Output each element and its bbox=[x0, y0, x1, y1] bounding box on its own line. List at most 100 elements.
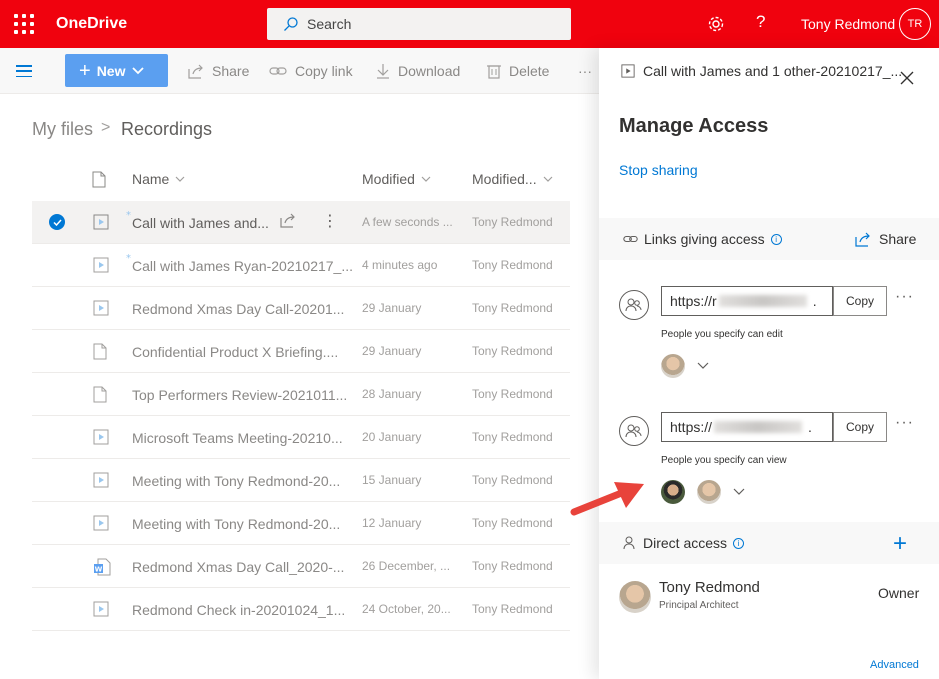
file-modified: 15 January bbox=[362, 473, 422, 487]
file-row[interactable]: Meeting with Tony Redmond-20... 12 Janua… bbox=[32, 502, 570, 545]
link-url-field[interactable]: https://r. bbox=[661, 286, 833, 316]
close-icon[interactable] bbox=[899, 70, 915, 86]
annotation-arrow-icon bbox=[570, 482, 644, 516]
document-file-icon bbox=[93, 386, 107, 403]
file-modified: A few seconds ... bbox=[362, 215, 453, 229]
copy-link-command[interactable]: Copy link bbox=[269, 63, 353, 79]
file-name[interactable]: Meeting with Tony Redmond-20... bbox=[132, 516, 340, 532]
file-row[interactable]: ⁎ Call with James and... ⋮ A few seconds… bbox=[32, 201, 570, 244]
info-icon[interactable]: i bbox=[733, 537, 745, 549]
link-more-actions-icon[interactable]: ··· bbox=[895, 288, 914, 306]
file-name[interactable]: Confidential Product X Briefing.... bbox=[132, 344, 338, 360]
new-item-icon: ⁎ bbox=[126, 250, 131, 261]
user-avatar[interactable]: TR bbox=[899, 8, 931, 40]
file-modified: 20 January bbox=[362, 430, 422, 444]
file-name[interactable]: Microsoft Teams Meeting-20210... bbox=[132, 430, 343, 446]
panel-file-name: Call with James and 1 other-20210217_... bbox=[621, 63, 902, 79]
sharing-link-view: https://. Copy ··· People you specify ca… bbox=[619, 412, 929, 532]
stop-sharing-link[interactable]: Stop sharing bbox=[619, 162, 698, 178]
file-row[interactable]: W Redmond Xmas Day Call_2020-... 26 Dece… bbox=[32, 545, 570, 588]
file-row[interactable]: Redmond Check in-20201024_1... 24 Octobe… bbox=[32, 588, 570, 631]
file-name[interactable]: Top Performers Review-2021011... bbox=[132, 387, 347, 403]
search-icon bbox=[284, 17, 298, 31]
download-command[interactable]: Download bbox=[376, 63, 460, 79]
file-type-header-icon[interactable] bbox=[92, 171, 106, 188]
video-file-icon bbox=[93, 472, 109, 488]
file-modified: 26 December, ... bbox=[362, 559, 451, 573]
file-modified: 12 January bbox=[362, 516, 422, 530]
file-modified-by: Tony Redmond bbox=[472, 387, 553, 401]
file-modified-by: Tony Redmond bbox=[472, 602, 553, 616]
file-modified-by: Tony Redmond bbox=[472, 559, 553, 573]
help-icon[interactable]: ? bbox=[756, 12, 765, 32]
panel-title: Manage Access bbox=[619, 115, 769, 137]
file-modified-by: Tony Redmond bbox=[472, 258, 553, 272]
copy-button[interactable]: Copy bbox=[833, 412, 887, 442]
file-name[interactable]: Meeting with Tony Redmond-20... bbox=[132, 473, 340, 489]
links-section-label: Links giving access bbox=[644, 231, 765, 247]
avatar[interactable] bbox=[661, 480, 685, 504]
file-name[interactable]: Redmond Check in-20201024_1... bbox=[132, 602, 345, 618]
owner-name: Tony Redmond bbox=[659, 579, 760, 596]
file-modified: 24 October, 20... bbox=[362, 602, 451, 616]
more-commands-button[interactable]: ··· bbox=[578, 63, 592, 79]
file-modified-by: Tony Redmond bbox=[472, 430, 553, 444]
file-row[interactable]: Confidential Product X Briefing.... 29 J… bbox=[32, 330, 570, 373]
file-name[interactable]: Call with James Ryan-20210217_... bbox=[132, 258, 353, 274]
advanced-link[interactable]: Advanced bbox=[870, 659, 919, 671]
settings-gear-icon[interactable] bbox=[706, 14, 726, 34]
video-file-icon bbox=[621, 64, 635, 78]
file-modified-by: Tony Redmond bbox=[472, 215, 553, 229]
direct-access-entry[interactable]: Tony Redmond Principal Architect Owner bbox=[619, 579, 929, 621]
breadcrumb-root[interactable]: My files bbox=[32, 119, 93, 140]
file-name[interactable]: Redmond Xmas Day Call-20201... bbox=[132, 301, 344, 317]
avatar[interactable] bbox=[697, 480, 721, 504]
column-header-name[interactable]: Name bbox=[132, 171, 185, 187]
nav-menu-icon[interactable] bbox=[16, 65, 32, 77]
selected-check-icon[interactable] bbox=[49, 214, 65, 230]
file-row[interactable]: Meeting with Tony Redmond-20... 15 Janua… bbox=[32, 459, 570, 502]
info-icon[interactable]: i bbox=[770, 233, 782, 245]
breadcrumb-current: Recordings bbox=[121, 119, 213, 139]
chevron-down-icon bbox=[132, 66, 145, 74]
chevron-down-icon[interactable] bbox=[733, 488, 745, 496]
word-file-icon: W bbox=[94, 558, 111, 576]
new-item-icon: ⁎ bbox=[126, 207, 131, 218]
link-more-actions-icon[interactable]: ··· bbox=[895, 414, 914, 432]
add-people-icon[interactable]: + bbox=[893, 530, 907, 558]
file-modified: 4 minutes ago bbox=[362, 258, 438, 272]
panel-share-button[interactable]: Share bbox=[855, 231, 916, 247]
link-url-field[interactable]: https://. bbox=[661, 412, 833, 442]
share-command[interactable]: Share bbox=[188, 63, 249, 79]
video-file-icon bbox=[93, 515, 109, 531]
file-row[interactable]: ⁎ Call with James Ryan-20210217_... 4 mi… bbox=[32, 244, 570, 287]
chevron-down-icon[interactable] bbox=[697, 362, 709, 370]
file-row[interactable]: Microsoft Teams Meeting-20210... 20 Janu… bbox=[32, 416, 570, 459]
file-name[interactable]: Call with James and... bbox=[132, 215, 272, 231]
file-row[interactable]: Redmond Xmas Day Call-20201... 29 Januar… bbox=[32, 287, 570, 330]
delete-command[interactable]: Delete bbox=[487, 63, 549, 79]
link-permission-text: People you specify can edit bbox=[661, 329, 783, 340]
column-header-modified[interactable]: Modified bbox=[362, 171, 431, 187]
app-launcher-icon[interactable] bbox=[14, 14, 34, 34]
top-bar: OneDrive Search ? Tony Redmond TR bbox=[0, 0, 939, 48]
share-icon[interactable] bbox=[280, 213, 296, 228]
avatar[interactable] bbox=[661, 354, 685, 378]
search-box[interactable]: Search bbox=[267, 8, 571, 40]
new-button[interactable]: + New bbox=[65, 54, 168, 87]
app-name[interactable]: OneDrive bbox=[56, 15, 127, 33]
column-header-modified-by[interactable]: Modified... bbox=[472, 171, 553, 187]
file-modified: 28 January bbox=[362, 387, 422, 401]
user-name[interactable]: Tony Redmond bbox=[801, 16, 895, 32]
manage-access-panel: Call with James and 1 other-20210217_...… bbox=[599, 48, 939, 679]
file-row[interactable]: Top Performers Review-2021011... 28 Janu… bbox=[32, 373, 570, 416]
file-modified-by: Tony Redmond bbox=[472, 301, 553, 315]
copy-button[interactable]: Copy bbox=[833, 286, 887, 316]
file-name[interactable]: Redmond Xmas Day Call_2020-... bbox=[132, 559, 344, 575]
links-section-header: Links giving access i Share bbox=[599, 218, 939, 260]
video-file-icon bbox=[93, 214, 109, 230]
person-icon bbox=[623, 536, 635, 550]
owner-role[interactable]: Owner bbox=[878, 585, 919, 601]
people-link-icon bbox=[619, 416, 649, 446]
more-actions-icon[interactable]: ⋮ bbox=[322, 211, 338, 231]
